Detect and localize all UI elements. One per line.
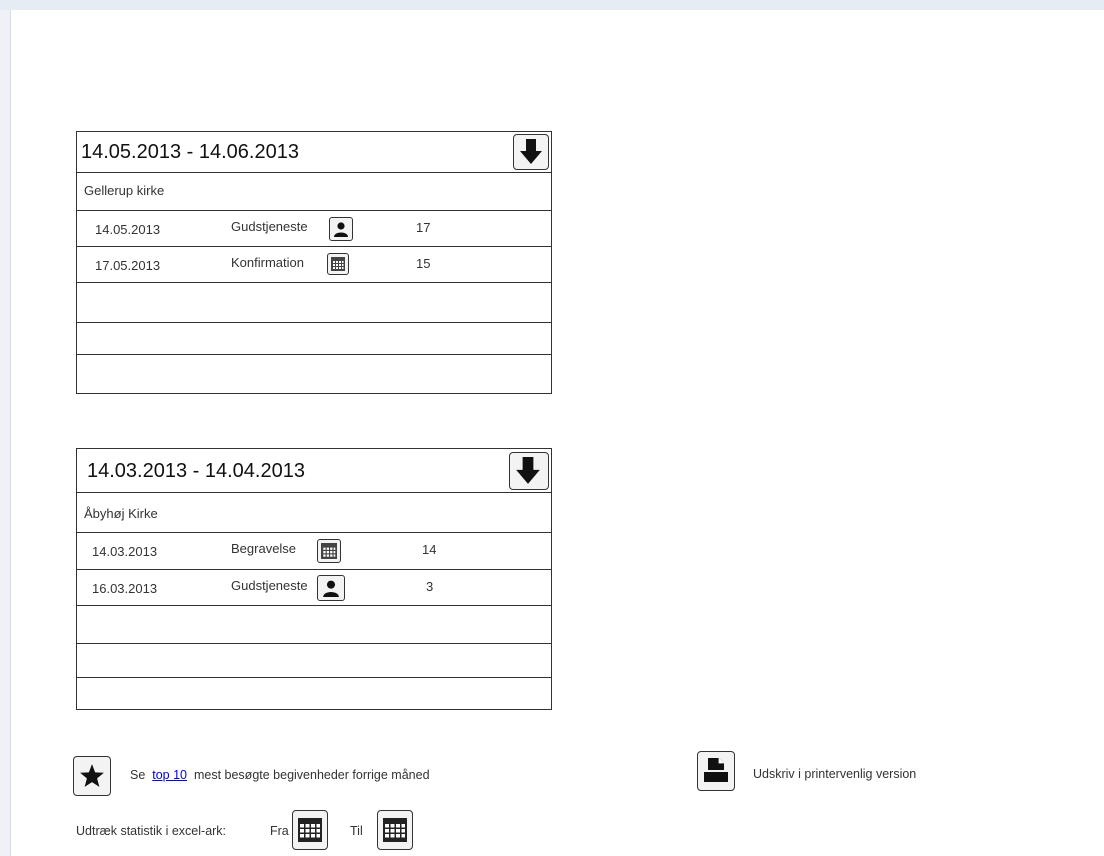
top10-prefix: Se bbox=[130, 768, 146, 782]
date-range-title: 14.03.2013 - 14.04.2013 bbox=[87, 460, 305, 482]
event-type: Konfirmation bbox=[231, 255, 304, 270]
top10-suffix: mest besøgte begivenheder forrige måned bbox=[193, 768, 430, 782]
download-button[interactable] bbox=[509, 452, 549, 490]
to-date-button[interactable] bbox=[377, 810, 413, 850]
table-row: 14.03.2013 Begravelse 14 bbox=[77, 533, 551, 570]
empty-row bbox=[77, 355, 551, 392]
event-count: 15 bbox=[416, 256, 431, 271]
calendar-icon[interactable] bbox=[327, 253, 349, 275]
event-count: 17 bbox=[416, 220, 431, 235]
empty-row bbox=[77, 283, 551, 323]
calendar-icon bbox=[298, 818, 322, 842]
church-row: Åbyhøj Kirke bbox=[77, 493, 551, 533]
download-arrow-icon bbox=[516, 457, 540, 484]
top10-button[interactable] bbox=[73, 756, 111, 796]
event-date: 14.05.2013 bbox=[95, 222, 161, 237]
panel-header: 14.03.2013 - 14.04.2013 bbox=[77, 449, 551, 493]
from-label: Fra bbox=[270, 824, 289, 838]
event-date: 17.05.2013 bbox=[95, 258, 161, 273]
to-label: Til bbox=[350, 824, 363, 838]
left-border bbox=[0, 10, 11, 856]
download-button[interactable] bbox=[513, 134, 549, 170]
table-row: 16.03.2013 Gudstjeneste 3 bbox=[77, 570, 551, 606]
print-label[interactable]: Udskriv i printervenlig version bbox=[753, 767, 916, 781]
event-count: 14 bbox=[422, 542, 437, 557]
print-button[interactable] bbox=[697, 751, 735, 791]
church-name: Gellerup kirke bbox=[84, 183, 165, 198]
church-name: Åbyhøj Kirke bbox=[84, 506, 158, 521]
panel-header: 14.05.2013 - 14.06.2013 bbox=[77, 132, 551, 173]
empty-row bbox=[77, 323, 551, 355]
person-icon[interactable] bbox=[317, 575, 345, 601]
export-label: Udtræk statistik i excel-ark: bbox=[76, 824, 227, 838]
date-range-title: 14.05.2013 - 14.06.2013 bbox=[81, 141, 299, 163]
empty-row bbox=[77, 606, 551, 644]
top10-text: Se top 10 mest besøgte begivenheder forr… bbox=[130, 768, 430, 782]
calendar-icon bbox=[383, 818, 407, 842]
event-type: Begravelse bbox=[231, 541, 297, 556]
star-icon bbox=[80, 764, 104, 787]
empty-row bbox=[77, 644, 551, 678]
event-panel-1: 14.05.2013 - 14.06.2013 Gellerup kirke 1… bbox=[76, 131, 552, 394]
from-date-button[interactable] bbox=[292, 810, 328, 850]
download-arrow-icon bbox=[520, 139, 542, 164]
table-row: 14.05.2013 Gudstjeneste 17 bbox=[77, 211, 551, 247]
calendar-icon[interactable] bbox=[317, 539, 341, 563]
event-date: 14.03.2013 bbox=[92, 544, 158, 559]
event-type: Gudstjeneste bbox=[231, 578, 308, 593]
event-panel-2: 14.03.2013 - 14.04.2013 Åbyhøj Kirke 14.… bbox=[76, 448, 552, 710]
printer-icon bbox=[704, 758, 728, 782]
church-row: Gellerup kirke bbox=[77, 173, 551, 211]
event-date: 16.03.2013 bbox=[92, 581, 158, 596]
table-row: 17.05.2013 Konfirmation 15 bbox=[77, 247, 551, 283]
empty-row bbox=[77, 678, 551, 710]
person-icon[interactable] bbox=[329, 217, 353, 241]
event-type: Gudstjeneste bbox=[231, 219, 308, 234]
top-border bbox=[0, 0, 1104, 10]
event-count: 3 bbox=[426, 579, 434, 594]
top10-link[interactable]: top 10 bbox=[152, 768, 187, 782]
